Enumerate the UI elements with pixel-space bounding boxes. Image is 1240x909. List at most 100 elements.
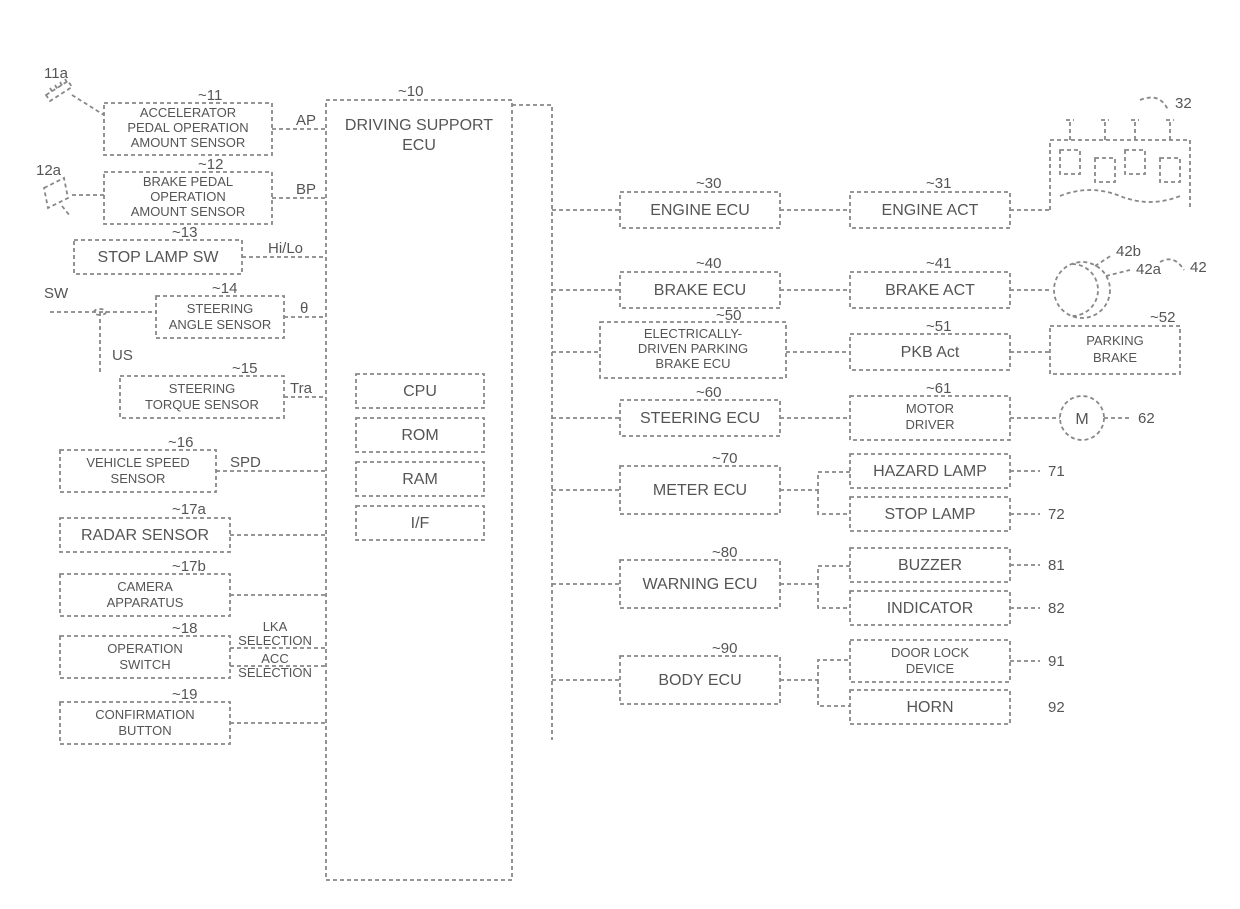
svg-text:ACC: ACC bbox=[261, 651, 288, 666]
svg-text:DRIVEN PARKING: DRIVEN PARKING bbox=[638, 341, 748, 356]
svg-text:~51: ~51 bbox=[926, 318, 951, 335]
svg-text:~12: ~12 bbox=[198, 156, 223, 173]
svg-text:42a: 42a bbox=[1136, 261, 1162, 278]
svg-text:VEHICLE SPEED: VEHICLE SPEED bbox=[86, 455, 189, 470]
brake-device-icon bbox=[1054, 262, 1110, 318]
svg-text:Hi/Lo: Hi/Lo bbox=[268, 240, 303, 257]
svg-text:~17b: ~17b bbox=[172, 558, 206, 575]
engine-icon bbox=[1050, 120, 1190, 210]
svg-text:~31: ~31 bbox=[926, 175, 951, 192]
svg-text:SW: SW bbox=[44, 285, 69, 302]
svg-text:82: 82 bbox=[1048, 600, 1065, 617]
svg-text:RADAR SENSOR: RADAR SENSOR bbox=[81, 527, 209, 544]
svg-text:PKB Act: PKB Act bbox=[901, 344, 960, 361]
brake-pedal-icon: 12a bbox=[36, 162, 104, 216]
svg-text:42b: 42b bbox=[1116, 243, 1141, 260]
svg-text:HORN: HORN bbox=[906, 699, 953, 716]
svg-text:81: 81 bbox=[1048, 557, 1065, 574]
svg-text:BRAKE ACT: BRAKE ACT bbox=[885, 282, 975, 299]
svg-text:MOTOR: MOTOR bbox=[906, 401, 954, 416]
svg-text:~80: ~80 bbox=[712, 544, 737, 561]
svg-text:SENSOR: SENSOR bbox=[111, 471, 166, 486]
svg-text:~14: ~14 bbox=[212, 280, 237, 297]
svg-text:~17a: ~17a bbox=[172, 501, 206, 518]
svg-text:BRAKE ECU: BRAKE ECU bbox=[654, 282, 746, 299]
svg-text:Tra: Tra bbox=[290, 380, 313, 397]
ref-10: ~10 bbox=[398, 83, 423, 100]
svg-text:~90: ~90 bbox=[712, 640, 737, 657]
svg-text:STEERING ECU: STEERING ECU bbox=[640, 410, 760, 427]
svg-text:M: M bbox=[1075, 411, 1088, 428]
svg-text:42: 42 bbox=[1190, 259, 1207, 276]
rom-label: ROM bbox=[401, 427, 438, 444]
svg-text:~13: ~13 bbox=[172, 224, 197, 241]
svg-text:BRAKE ECU: BRAKE ECU bbox=[655, 356, 730, 371]
svg-text:OPERATION: OPERATION bbox=[107, 641, 183, 656]
svg-text:~16: ~16 bbox=[168, 434, 193, 451]
svg-text:11a: 11a bbox=[44, 65, 69, 82]
svg-text:AMOUNT SENSOR: AMOUNT SENSOR bbox=[131, 135, 246, 150]
svg-text:~61: ~61 bbox=[926, 380, 951, 397]
svg-text:CONFIRMATION: CONFIRMATION bbox=[95, 707, 194, 722]
svg-text:SPD: SPD bbox=[230, 454, 261, 471]
svg-text:BRAKE: BRAKE bbox=[1093, 350, 1137, 365]
cpu-label: CPU bbox=[403, 383, 437, 400]
svg-text:AMOUNT SENSOR: AMOUNT SENSOR bbox=[131, 204, 246, 219]
svg-text:~52: ~52 bbox=[1150, 309, 1175, 326]
svg-text:AP: AP bbox=[296, 112, 316, 129]
svg-text:SELECTION: SELECTION bbox=[238, 665, 312, 680]
svg-text:CAMERA: CAMERA bbox=[117, 579, 173, 594]
if-label: I/F bbox=[411, 515, 430, 532]
svg-text:~18: ~18 bbox=[172, 620, 197, 637]
svg-text:~11: ~11 bbox=[198, 87, 222, 104]
svg-text:WARNING ECU: WARNING ECU bbox=[643, 576, 758, 593]
svg-text:PARKING: PARKING bbox=[1086, 333, 1144, 348]
svg-text:ENGINE ACT: ENGINE ACT bbox=[882, 202, 979, 219]
svg-text:θ: θ bbox=[300, 300, 308, 317]
svg-text:~70: ~70 bbox=[712, 450, 737, 467]
svg-text:32: 32 bbox=[1175, 95, 1192, 112]
svg-text:~30: ~30 bbox=[696, 175, 721, 192]
svg-text:OPERATION: OPERATION bbox=[150, 189, 226, 204]
steering-wheel-icon: SW US bbox=[44, 285, 156, 372]
svg-text:PEDAL OPERATION: PEDAL OPERATION bbox=[127, 120, 248, 135]
ram-label: RAM bbox=[402, 471, 438, 488]
svg-text:ELECTRICALLY-: ELECTRICALLY- bbox=[644, 326, 742, 341]
svg-text:STOP LAMP: STOP LAMP bbox=[885, 506, 976, 523]
svg-text:STEERING: STEERING bbox=[187, 301, 253, 316]
svg-text:US: US bbox=[112, 347, 133, 364]
svg-text:BUTTON: BUTTON bbox=[118, 723, 171, 738]
svg-text:SWITCH: SWITCH bbox=[119, 657, 170, 672]
accel-pedal-icon: 11a bbox=[44, 65, 104, 115]
svg-text:DRIVER: DRIVER bbox=[905, 417, 954, 432]
svg-text:~15: ~15 bbox=[232, 360, 257, 377]
svg-text:92: 92 bbox=[1048, 699, 1065, 716]
svg-text:BRAKE PEDAL: BRAKE PEDAL bbox=[143, 174, 233, 189]
svg-text:ENGINE ECU: ENGINE ECU bbox=[650, 202, 750, 219]
svg-text:62: 62 bbox=[1138, 410, 1155, 427]
main-title-l2: ECU bbox=[402, 137, 436, 154]
svg-text:TORQUE SENSOR: TORQUE SENSOR bbox=[145, 397, 259, 412]
svg-text:12a: 12a bbox=[36, 162, 62, 179]
svg-text:71: 71 bbox=[1048, 463, 1065, 480]
svg-text:LKA: LKA bbox=[263, 619, 288, 634]
svg-text:STEERING: STEERING bbox=[169, 381, 235, 396]
svg-text:ACCELERATOR: ACCELERATOR bbox=[140, 105, 236, 120]
svg-text:BUZZER: BUZZER bbox=[898, 557, 962, 574]
svg-text:ANGLE SENSOR: ANGLE SENSOR bbox=[169, 317, 272, 332]
svg-text:~41: ~41 bbox=[926, 255, 951, 272]
svg-text:METER ECU: METER ECU bbox=[653, 482, 747, 499]
svg-text:APPARATUS: APPARATUS bbox=[107, 595, 184, 610]
svg-text:72: 72 bbox=[1048, 506, 1065, 523]
svg-text:~50: ~50 bbox=[716, 307, 741, 324]
svg-text:BODY ECU: BODY ECU bbox=[658, 672, 741, 689]
svg-text:~60: ~60 bbox=[696, 384, 721, 401]
svg-text:91: 91 bbox=[1048, 653, 1065, 670]
svg-text:~19: ~19 bbox=[172, 686, 197, 703]
svg-text:BP: BP bbox=[296, 181, 316, 198]
svg-text:INDICATOR: INDICATOR bbox=[887, 600, 974, 617]
svg-text:SELECTION: SELECTION bbox=[238, 633, 312, 648]
svg-text:DEVICE: DEVICE bbox=[906, 661, 955, 676]
svg-text:HAZARD LAMP: HAZARD LAMP bbox=[873, 463, 987, 480]
svg-text:STOP LAMP SW: STOP LAMP SW bbox=[98, 249, 220, 266]
